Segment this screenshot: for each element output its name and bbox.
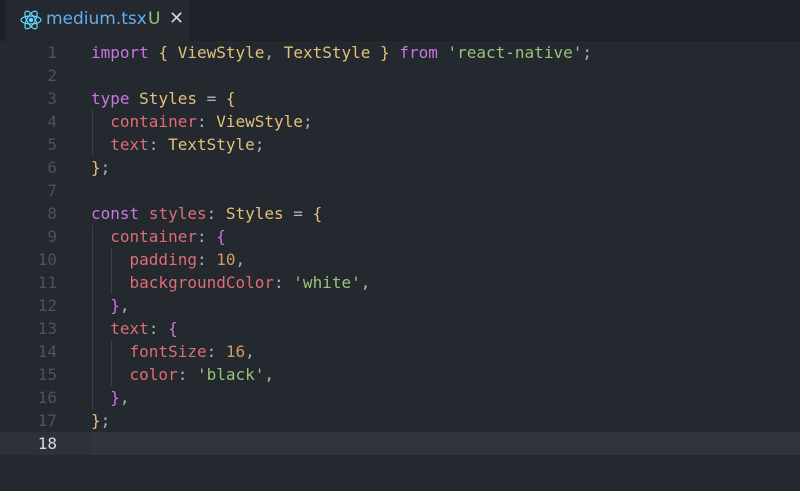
- code-line[interactable]: 1 import { ViewStyle, TextStyle } from 'r…: [0, 41, 800, 64]
- code-line[interactable]: 2: [0, 64, 800, 87]
- code-line[interactable]: 9 container: {: [0, 225, 800, 248]
- code-line[interactable]: 10 padding: 10,: [0, 248, 800, 271]
- code-text: color: 'black',: [129, 365, 275, 384]
- code-line[interactable]: 15 color: 'black',: [0, 363, 800, 386]
- code-text: fontSize: 16,: [129, 342, 255, 361]
- code-line[interactable]: 8 const styles: Styles = {: [0, 202, 800, 225]
- code-line[interactable]: 14 fontSize: 16,: [0, 340, 800, 363]
- code-line[interactable]: 18: [0, 432, 800, 455]
- code-text: container: {: [110, 227, 226, 246]
- code-line[interactable]: 4 container: ViewStyle;: [0, 110, 800, 133]
- line-number: 6: [47, 158, 57, 177]
- code-line[interactable]: 11 backgroundColor: 'white',: [0, 271, 800, 294]
- tab-medium-tsx[interactable]: medium.tsx U ✕: [6, 0, 190, 43]
- code-text: container: ViewStyle;: [110, 112, 313, 131]
- line-number: 8: [47, 204, 57, 223]
- code-text: padding: 10,: [129, 250, 246, 269]
- line-number: 7: [47, 181, 57, 200]
- close-icon[interactable]: ✕: [169, 9, 187, 29]
- code-text: };: [91, 411, 111, 430]
- indent-guide: [111, 340, 113, 386]
- code-text: },: [110, 296, 130, 315]
- current-line-highlight: [91, 432, 800, 455]
- git-status-badge: U: [148, 9, 161, 29]
- line-number: 11: [37, 273, 57, 292]
- code-line[interactable]: 6};: [0, 156, 800, 179]
- line-number: 17: [37, 411, 57, 430]
- code-text: text: TextStyle;: [110, 135, 265, 154]
- line-number: 18: [37, 434, 57, 453]
- code-text: const styles: Styles = {: [91, 204, 323, 223]
- line-number: 1: [47, 43, 57, 62]
- code-text: },: [110, 388, 130, 407]
- code-line[interactable]: 5 text: TextStyle;: [0, 133, 800, 156]
- line-number: 9: [47, 227, 57, 246]
- indent-guide: [92, 110, 93, 156]
- line-number: 15: [37, 365, 57, 384]
- code-line[interactable]: 16 },: [0, 386, 800, 409]
- code-line[interactable]: 13 text: {: [0, 317, 800, 340]
- line-number: 2: [47, 66, 57, 85]
- line-number: 4: [47, 112, 57, 131]
- code-line[interactable]: 12 },: [0, 294, 800, 317]
- code-line[interactable]: 17};: [0, 409, 800, 432]
- code-text: text: {: [110, 319, 178, 338]
- code-line[interactable]: 3 type Styles = {: [0, 87, 800, 110]
- code-line[interactable]: 7: [0, 179, 800, 202]
- line-number: 3: [47, 89, 57, 108]
- line-number: 5: [47, 135, 57, 154]
- code-text: type Styles = {: [91, 89, 236, 108]
- tab-bar: medium.tsx U ✕: [0, 0, 800, 43]
- indent-guide: [92, 225, 93, 409]
- code-text: import { ViewStyle, TextStyle } from 're…: [91, 43, 592, 62]
- line-number: 16: [37, 388, 57, 407]
- code-editor[interactable]: 1 import { ViewStyle, TextStyle } from 'r…: [0, 41, 800, 491]
- line-number: 10: [37, 250, 57, 269]
- tab-filename: medium.tsx: [46, 9, 147, 29]
- indent-guide: [111, 248, 113, 294]
- line-number: 13: [37, 319, 57, 338]
- line-number: 12: [37, 296, 57, 315]
- react-icon: [20, 10, 42, 30]
- line-number: 14: [37, 342, 57, 361]
- code-text: backgroundColor: 'white',: [129, 273, 371, 292]
- code-text: };: [91, 158, 111, 177]
